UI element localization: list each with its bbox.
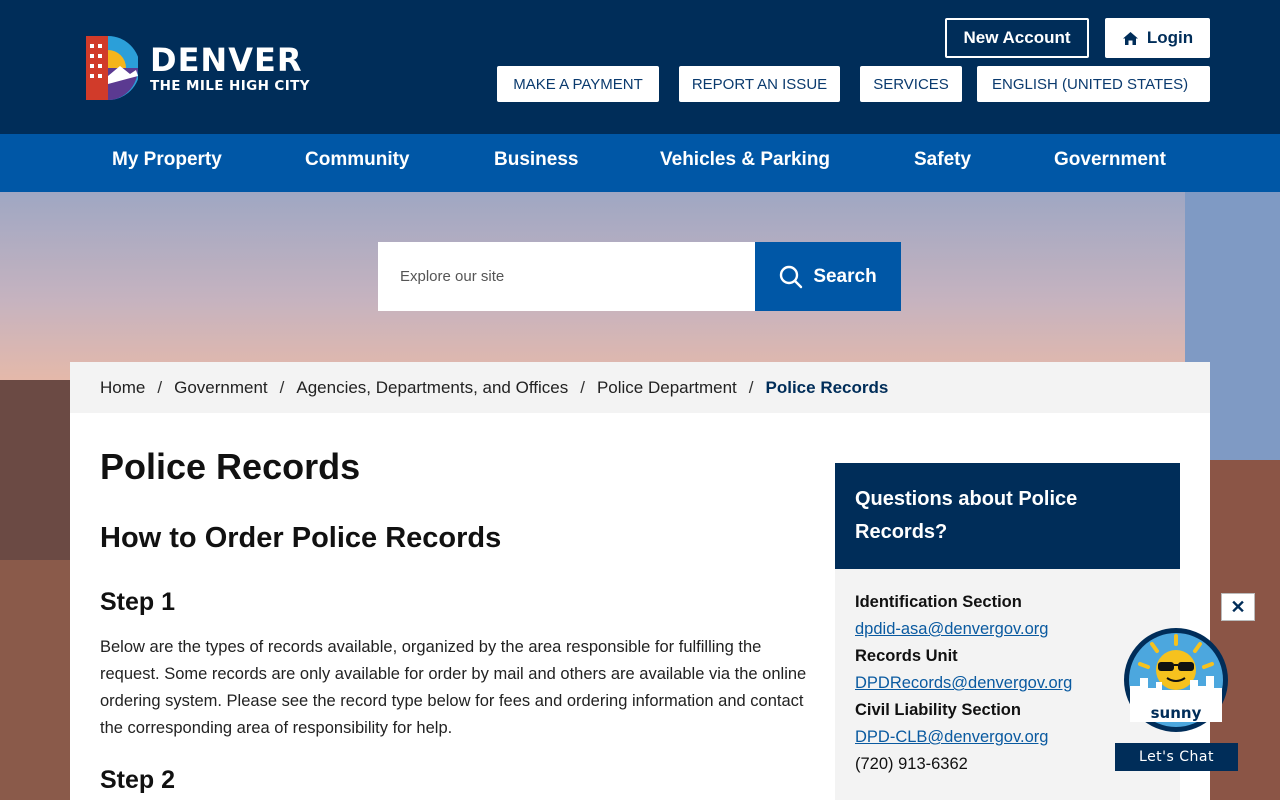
- lets-chat-button[interactable]: Let's Chat: [1115, 743, 1238, 771]
- logo-subtitle: THE MILE HIGH CITY: [150, 77, 310, 94]
- nav-business[interactable]: Business: [494, 134, 578, 192]
- site-search: Search: [378, 242, 901, 311]
- chat-close-button[interactable]: ✕: [1221, 593, 1255, 621]
- search-button[interactable]: Search: [755, 242, 901, 311]
- report-issue-link[interactable]: REPORT AN ISSUE: [679, 66, 840, 102]
- breadcrumb-separator: /: [279, 377, 285, 397]
- search-input[interactable]: [378, 242, 755, 311]
- denver-logo[interactable]: DENVER THE MILE HIGH CITY: [86, 36, 310, 100]
- breadcrumb-current: Police Records: [765, 377, 889, 397]
- contact-label: Civil Liability Section: [855, 701, 1021, 719]
- breadcrumb-separator: /: [580, 377, 585, 397]
- chat-bot-name: sunny: [1151, 704, 1202, 722]
- section-heading: How to Order Police Records: [100, 522, 502, 554]
- language-select[interactable]: ENGLISH (UNITED STATES): [977, 66, 1210, 102]
- login-button[interactable]: Login: [1105, 18, 1210, 58]
- login-label: Login: [1146, 28, 1194, 47]
- breadcrumb: Home / Government / Agencies, Department…: [70, 362, 1210, 413]
- breadcrumb-home[interactable]: Home: [100, 378, 145, 398]
- nav-vehicles-parking[interactable]: Vehicles & Parking: [660, 134, 830, 192]
- sunny-bot-icon: sunny: [1124, 628, 1228, 732]
- nav-community[interactable]: Community: [305, 134, 410, 192]
- breadcrumb-agencies[interactable]: Agencies, Departments, and Offices: [296, 378, 568, 398]
- sidebar-heading: Questions about Police Records?: [835, 463, 1180, 569]
- search-button-label: Search: [813, 265, 877, 287]
- main-navigation: My Property Community Business Vehicles …: [0, 134, 1280, 192]
- contact-label: Identification Section: [855, 593, 1022, 611]
- home-icon: [1122, 31, 1138, 45]
- site-header: DENVER THE MILE HIGH CITY New Account Lo…: [0, 0, 1280, 134]
- nav-safety[interactable]: Safety: [914, 134, 971, 192]
- search-icon: [780, 265, 803, 288]
- breadcrumb-separator: /: [157, 377, 163, 397]
- contact-label: Records Unit: [855, 647, 958, 665]
- denver-logo-icon: [86, 36, 138, 100]
- step-1-text: Below are the types of records available…: [100, 638, 807, 737]
- nav-government[interactable]: Government: [1054, 134, 1166, 192]
- breadcrumb-police-department[interactable]: Police Department: [597, 378, 737, 398]
- page-title: Police Records: [100, 446, 361, 487]
- new-account-button[interactable]: New Account: [945, 18, 1089, 58]
- chat-bot-avatar[interactable]: sunny: [1122, 626, 1230, 734]
- nav-my-property[interactable]: My Property: [112, 134, 222, 192]
- contact-email-link[interactable]: DPDRecords@denvergov.org: [855, 670, 1160, 697]
- services-link[interactable]: SERVICES: [860, 66, 962, 102]
- logo-title: DENVER: [150, 40, 303, 79]
- make-payment-link[interactable]: MAKE A PAYMENT: [497, 66, 659, 102]
- close-icon: ✕: [1230, 596, 1246, 617]
- breadcrumb-separator: /: [748, 377, 754, 397]
- step-2-heading: Step 2: [100, 766, 176, 794]
- contact-email-link[interactable]: dpdid-asa@denvergov.org: [855, 616, 1160, 643]
- step-1-heading: Step 1: [100, 588, 176, 616]
- breadcrumb-government[interactable]: Government: [174, 378, 268, 398]
- content-card: Home / Government / Agencies, Department…: [70, 362, 1210, 800]
